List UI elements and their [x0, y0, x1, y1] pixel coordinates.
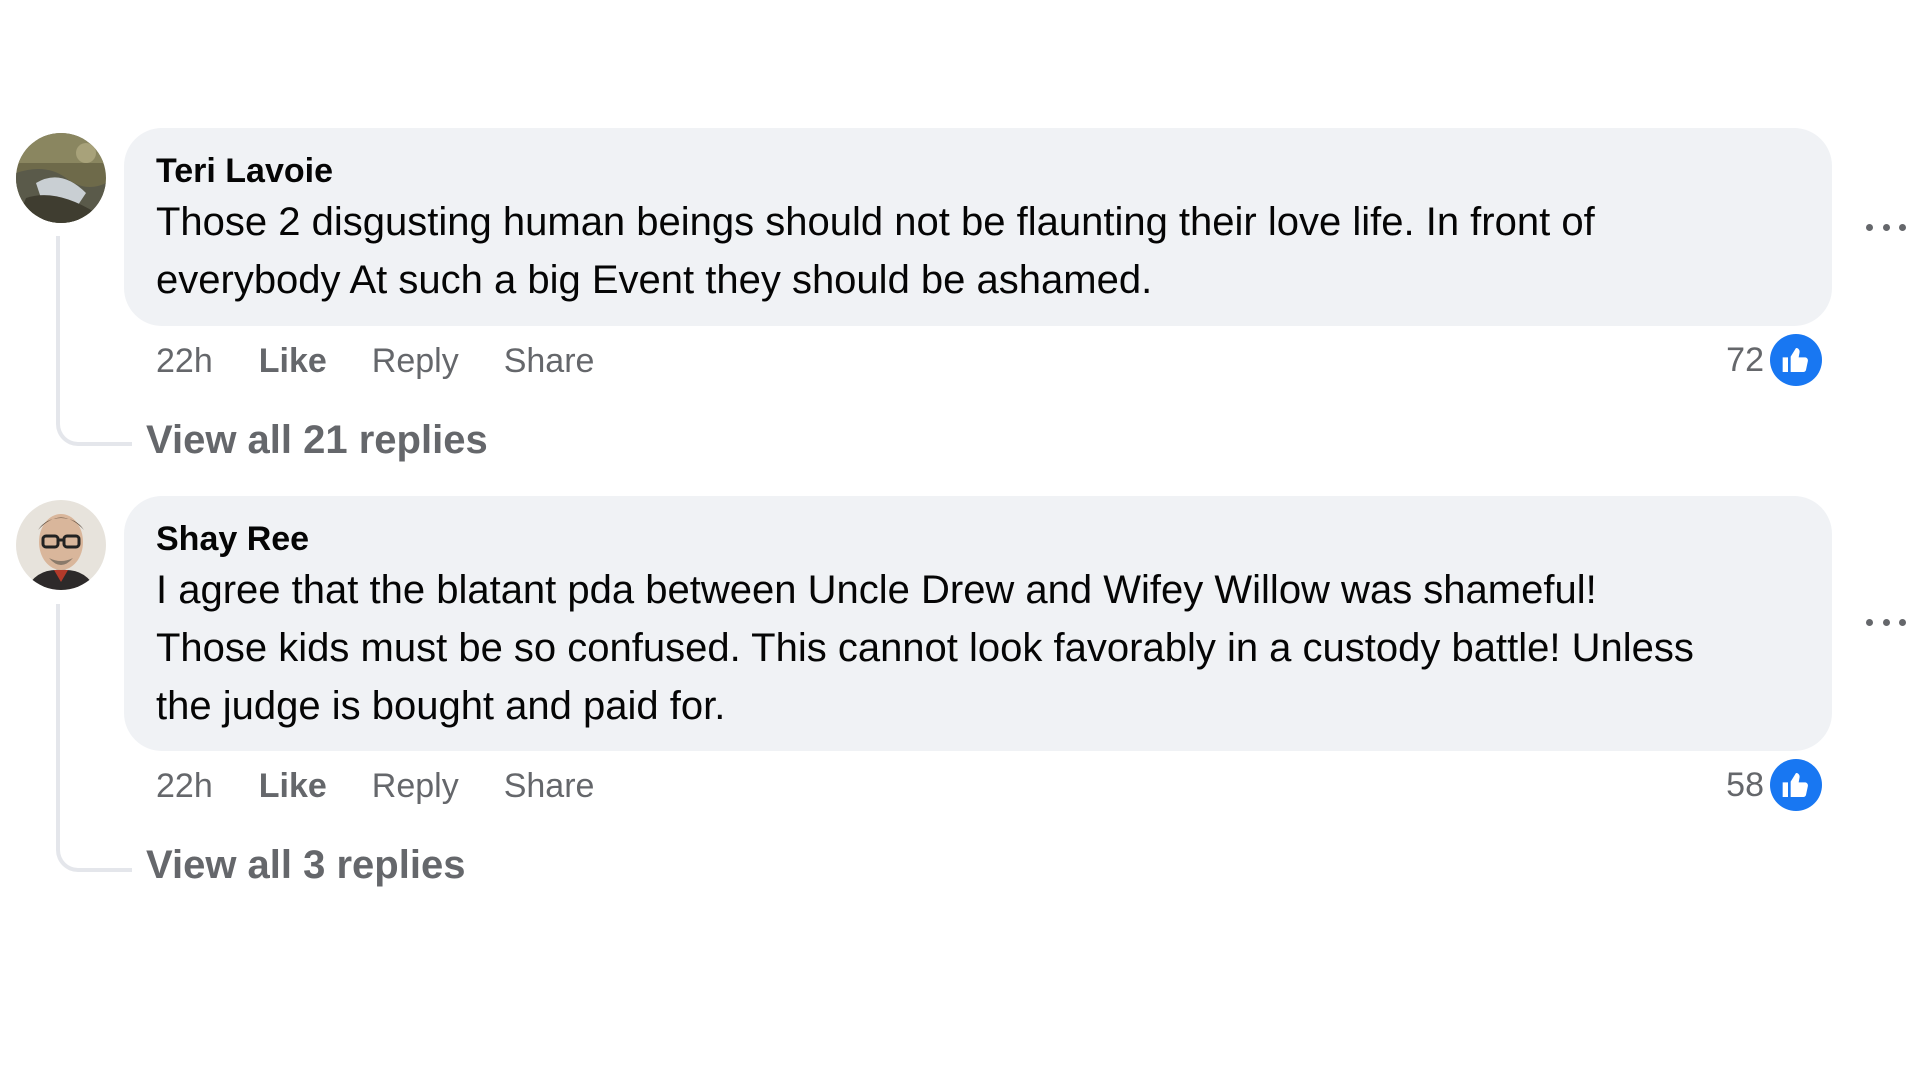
comment-author[interactable]: Shay Ree — [156, 518, 1798, 560]
dot — [1899, 618, 1906, 626]
thread-connector — [56, 604, 132, 872]
reply-button[interactable]: Reply — [372, 766, 459, 806]
dot — [1866, 223, 1873, 231]
avatar-image — [16, 500, 106, 590]
view-replies-link[interactable]: View all 21 replies — [146, 416, 488, 464]
comment-actions: 22h Like Reply Share — [156, 341, 639, 381]
reaction-count: 72 — [1726, 340, 1764, 379]
comment-bubble: Teri Lavoie Those 2 disgusting human bei… — [124, 128, 1832, 326]
like-button[interactable]: Like — [259, 341, 327, 381]
comment-bubble: Shay Ree I agree that the blatant pda be… — [124, 496, 1832, 751]
comment-text-line: the judge is bought and paid for. — [156, 684, 726, 728]
comment-text-line: everybody At such a big Event they shoul… — [156, 258, 1153, 302]
dot — [1899, 223, 1906, 231]
comment-timestamp[interactable]: 22h — [156, 341, 213, 381]
reaction-summary[interactable]: 58 — [1720, 759, 1822, 811]
dot — [1882, 223, 1890, 231]
thumbs-up-icon — [1770, 334, 1822, 386]
dot — [1866, 618, 1873, 626]
avatar[interactable] — [16, 500, 106, 590]
avatar[interactable] — [16, 133, 106, 223]
comment-actions: 22h Like Reply Share — [156, 766, 639, 806]
comment-timestamp[interactable]: 22h — [156, 766, 213, 806]
comments-section: Teri Lavoie Those 2 disgusting human bei… — [0, 0, 1920, 1080]
reply-button[interactable]: Reply — [372, 341, 459, 381]
more-options-icon[interactable] — [1866, 612, 1906, 632]
comment-author[interactable]: Teri Lavoie — [156, 150, 1798, 192]
like-button[interactable]: Like — [259, 766, 327, 806]
comment-text-line: Those kids must be so confused. This can… — [156, 626, 1694, 670]
avatar-image — [16, 133, 106, 223]
share-button[interactable]: Share — [504, 766, 595, 806]
more-options-icon[interactable] — [1866, 217, 1906, 237]
comment-text-line: Those 2 disgusting human beings should n… — [156, 200, 1595, 244]
thread-connector — [56, 236, 132, 446]
thumbs-up-icon — [1770, 759, 1822, 811]
dot — [1882, 618, 1890, 626]
reaction-count: 58 — [1726, 765, 1764, 804]
comment-text-line: I agree that the blatant pda between Unc… — [156, 568, 1597, 612]
reaction-summary[interactable]: 72 — [1720, 334, 1822, 386]
share-button[interactable]: Share — [504, 341, 595, 381]
view-replies-link[interactable]: View all 3 replies — [146, 841, 465, 889]
